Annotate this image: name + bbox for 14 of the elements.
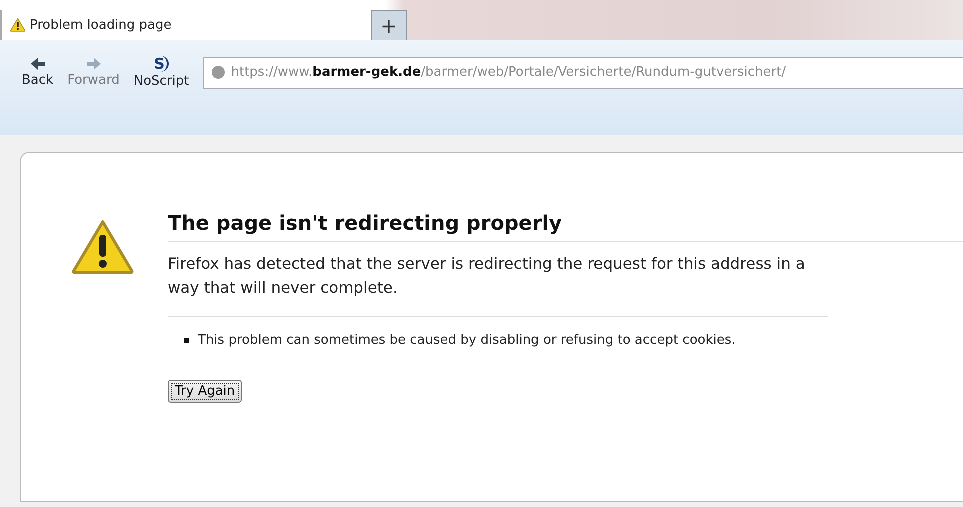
globe-icon: [212, 66, 226, 79]
error-description: Firefox has detected that the server is redirecting the request for this address in a way that will never complete.: [168, 252, 828, 317]
address-bar[interactable]: https://www.barmer-gek.de/barmer/web/Portale/Versicherte/Rundum-gutversichert/: [203, 56, 963, 88]
error-title: The page isn't redirecting properly: [168, 211, 963, 242]
noscript-button[interactable]: S NoScript: [134, 56, 190, 89]
bullet-icon: [184, 338, 189, 343]
new-tab-button[interactable]: +: [371, 10, 407, 40]
warning-icon: [71, 219, 135, 275]
forward-arrow-icon: [86, 57, 102, 71]
back-button[interactable]: Back: [22, 57, 54, 88]
back-arrow-icon: [30, 57, 46, 71]
hint-text: This problem can sometimes be caused by disabling or refusing to accept cookies.: [198, 333, 736, 348]
try-again-button[interactable]: Try Again: [168, 380, 242, 403]
warning-icon: [10, 18, 26, 32]
